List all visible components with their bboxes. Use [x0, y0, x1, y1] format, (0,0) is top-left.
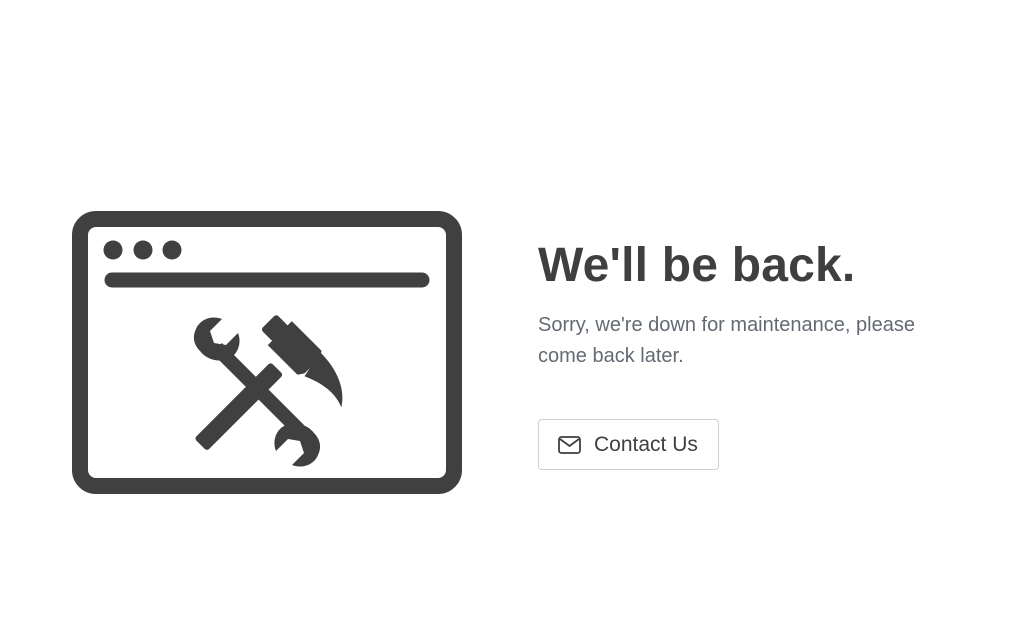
maintenance-illustration-graphic — [72, 211, 462, 494]
envelope-icon — [558, 435, 581, 454]
page-headline: We'll be back. — [538, 239, 856, 292]
maintenance-page: We'll be back. Sorry, we're down for mai… — [0, 0, 1009, 631]
maintenance-illustration — [72, 211, 462, 494]
contact-us-button[interactable]: Contact Us — [538, 419, 719, 470]
maintenance-message: Sorry, we're down for maintenance, pleas… — [538, 314, 915, 367]
window-frame-icon — [72, 211, 462, 494]
window-dots-icon — [103, 240, 182, 260]
contact-us-label: Contact Us — [594, 432, 698, 456]
maintenance-content: We'll be back. Sorry, we're down for mai… — [538, 236, 978, 470]
